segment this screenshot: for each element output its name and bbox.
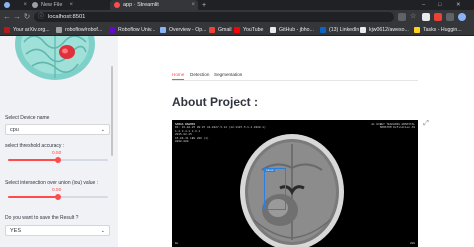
- bookmark-huggingface[interactable]: Tasks - Huggin...: [414, 26, 462, 34]
- bookmark-github[interactable]: GitHub - jbho...: [270, 26, 314, 34]
- bookmark-label: GitHub - jbho...: [279, 27, 314, 33]
- profile-avatar[interactable]: [458, 13, 466, 21]
- browser-tab-strip: × New File × app · Streamlit × + – □ ✕: [0, 0, 474, 10]
- reload-icon[interactable]: ↻: [22, 12, 32, 22]
- scan-right-header: AL HIBEY TEACHING HOSPITAL SOMATOM Defin…: [371, 123, 415, 130]
- threshold-slider-thumb[interactable]: [55, 157, 61, 163]
- bookmark-label: kjw0612/aweso...: [369, 27, 409, 33]
- threshold-slider-fill: [8, 159, 58, 161]
- tab-detection[interactable]: Detection: [190, 72, 209, 77]
- iou-slider-thumb[interactable]: [55, 194, 61, 200]
- url-text: localhost:8501: [48, 14, 86, 20]
- tumor-bounding-box: [264, 168, 286, 210]
- expand-icon[interactable]: ⤢: [422, 120, 430, 128]
- extension-icon-1[interactable]: [422, 13, 430, 21]
- tab-title: app · Streamlit: [123, 2, 159, 8]
- github-icon: [56, 27, 62, 33]
- gmail-icon: [209, 27, 215, 33]
- bookmark-star-icon[interactable]: ☆: [410, 13, 418, 21]
- device-value: cpu: [10, 127, 19, 133]
- bookmark-gmail[interactable]: Gmail: [209, 26, 232, 34]
- main-content: Home Detection Segmentation About Projec…: [118, 36, 474, 247]
- scan-device: SOMATOM Definition AS: [379, 126, 415, 130]
- save-result-value: YES: [10, 228, 22, 234]
- arxiv-icon: [4, 27, 10, 33]
- back-icon[interactable]: ←: [2, 12, 12, 22]
- bookmark-label: Overview - Op...: [169, 27, 207, 33]
- scan-footer-left: WL: [175, 241, 179, 245]
- brain-logo-image: [15, 36, 95, 80]
- sidebar: Select Device name cpu ⌄ select threshol…: [0, 36, 118, 247]
- close-tab-icon[interactable]: ×: [69, 2, 73, 8]
- bookmark-label: (13) LinkedIn: [329, 27, 360, 33]
- close-tab-icon[interactable]: ×: [191, 2, 195, 8]
- bookmark-label: Gmail: [218, 27, 232, 33]
- bookmark-label: YouTube: [243, 27, 264, 33]
- sidebar-scrollbar[interactable]: [111, 66, 113, 156]
- iou-slider-fill: [8, 196, 58, 198]
- tab-title: New File: [41, 2, 63, 8]
- bookmark-arxiv[interactable]: Your arXiv.org...: [4, 26, 50, 34]
- bookmark-awesome[interactable]: kjw0612/aweso...: [360, 26, 409, 34]
- github-icon: [32, 2, 38, 8]
- bookmark-roboflow-universe[interactable]: Roboflow Univ...: [109, 26, 155, 34]
- close-tab-icon[interactable]: ×: [23, 2, 27, 8]
- extension-icon-2[interactable]: [434, 13, 442, 21]
- chevron-down-icon: ⌄: [100, 127, 105, 133]
- huggingface-icon: [414, 27, 420, 33]
- browser-tab[interactable]: ×: [4, 0, 30, 10]
- brain-ct-slice: [240, 134, 344, 247]
- bookmark-youtube[interactable]: YouTube: [234, 26, 263, 34]
- nav-tabs: Home Detection Segmentation: [172, 72, 418, 81]
- save-result-select[interactable]: YES ⌄: [5, 225, 110, 236]
- linkedin-icon: [320, 27, 326, 33]
- page-viewport: Select Device name cpu ⌄ select threshol…: [0, 36, 474, 247]
- threshold-value: 0.50: [52, 151, 62, 156]
- extensions-puzzle-icon[interactable]: [446, 13, 454, 21]
- tumor-detection-label: tumor: [265, 168, 275, 172]
- minimize-button[interactable]: –: [422, 0, 432, 10]
- chevron-down-icon: ⌄: [100, 228, 105, 234]
- browser-tab-new-file[interactable]: New File ×: [32, 0, 76, 10]
- close-window-button[interactable]: ✕: [456, 0, 466, 10]
- device-select[interactable]: cpu ⌄: [5, 124, 110, 135]
- address-bar[interactable]: ⓘ localhost:8501: [34, 12, 394, 22]
- tab-segmentation[interactable]: Segmentation: [214, 72, 242, 77]
- github-icon: [360, 27, 366, 33]
- forward-icon[interactable]: →: [12, 12, 22, 22]
- browser-toolbar: ← → ↻ ⓘ localhost:8501 ☆: [0, 10, 474, 24]
- browser-tab-app[interactable]: app · Streamlit ×: [110, 0, 198, 10]
- roboflow-icon: [109, 27, 115, 33]
- bookmark-label: Tasks - Huggin...: [423, 27, 462, 33]
- youtube-icon: [234, 27, 240, 33]
- save-result-label: Do you want to save the Result ?: [5, 215, 79, 221]
- iou-label: Select intersection over union (iou) val…: [5, 180, 99, 186]
- device-label: Select Device name: [5, 115, 50, 121]
- bookmark-overview[interactable]: Overview - Op...: [160, 26, 206, 34]
- streamlit-icon: [114, 2, 120, 8]
- tab-home[interactable]: Home: [172, 72, 185, 80]
- site-info-icon[interactable]: ⓘ: [38, 12, 44, 22]
- bookmark-label: Roboflow Univ...: [118, 27, 156, 33]
- bookmark-roboflow[interactable]: roboflow/robof...: [56, 26, 102, 34]
- maximize-button[interactable]: □: [438, 0, 448, 10]
- bookmark-linkedin[interactable]: (13) LinkedIn: [320, 26, 359, 34]
- bookmark-label: Your arXiv.org...: [13, 27, 50, 33]
- overview-icon: [160, 27, 166, 33]
- threshold-label: select threshold accuracy :: [5, 143, 65, 149]
- bookmarks-bar: Your arXiv.org... roboflow/robof... Robo…: [0, 24, 474, 36]
- page-title: About Project :: [172, 95, 258, 109]
- ct-scan-image: SAMAA DAGMID ID: 15-02-25 09:07 44-0327.…: [172, 120, 418, 247]
- share-icon[interactable]: [398, 13, 406, 21]
- github-icon: [270, 27, 276, 33]
- iou-value: 0.50: [52, 188, 62, 193]
- iou-slider[interactable]: [8, 194, 108, 200]
- new-tab-button[interactable]: +: [202, 0, 212, 10]
- scan-footer-right: 200: [409, 241, 415, 245]
- bookmark-label: roboflow/robof...: [65, 27, 103, 33]
- threshold-slider[interactable]: [8, 157, 108, 163]
- tab-favicon-icon: [4, 2, 10, 8]
